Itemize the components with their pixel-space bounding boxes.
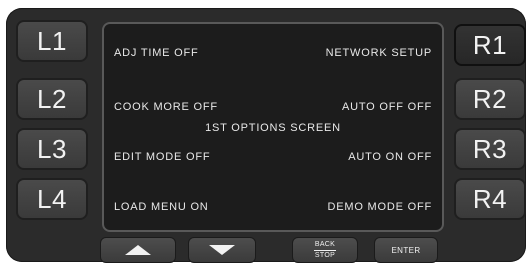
load-menu-option: LOAD MENU ON [114, 201, 209, 213]
display-screen: ADJ TIME OFF NETWORK SETUP COOK MORE OFF… [102, 22, 444, 232]
back-stop-button[interactable]: BACK STOP [292, 237, 358, 263]
down-arrow-button[interactable] [188, 237, 256, 263]
control-panel: L1 L2 L3 L4 R1 R2 R3 R4 ADJ TIME OFF NET… [6, 8, 526, 263]
l2-button[interactable]: L2 [16, 78, 88, 120]
adj-time-option: ADJ TIME OFF [114, 47, 199, 59]
cook-more-option: COOK MORE OFF [114, 101, 218, 113]
enter-button[interactable]: ENTER [374, 237, 438, 263]
auto-on-option: AUTO ON OFF [348, 151, 432, 163]
stop-label: STOP [314, 251, 336, 259]
back-stop-label: BACK STOP [314, 241, 336, 260]
r2-button[interactable]: R2 [454, 78, 526, 120]
l1-button[interactable]: L1 [16, 20, 88, 62]
back-stop-divider [314, 249, 336, 251]
screen-title: 1ST OPTIONS SCREEN [205, 122, 341, 134]
l3-button[interactable]: L3 [16, 128, 88, 170]
down-arrow-icon [209, 245, 235, 255]
back-label: BACK [314, 240, 336, 248]
up-arrow-button[interactable] [100, 237, 176, 263]
demo-mode-option: DEMO MODE OFF [327, 201, 432, 213]
up-arrow-icon [125, 245, 151, 255]
r3-button[interactable]: R3 [454, 128, 526, 170]
network-setup-option: NETWORK SETUP [325, 47, 432, 59]
enter-label: ENTER [391, 245, 421, 255]
r1-button[interactable]: R1 [454, 24, 526, 66]
l4-button[interactable]: L4 [16, 178, 88, 220]
r4-button[interactable]: R4 [454, 178, 526, 220]
edit-mode-option: EDIT MODE OFF [114, 151, 211, 163]
auto-off-option: AUTO OFF OFF [341, 101, 432, 113]
